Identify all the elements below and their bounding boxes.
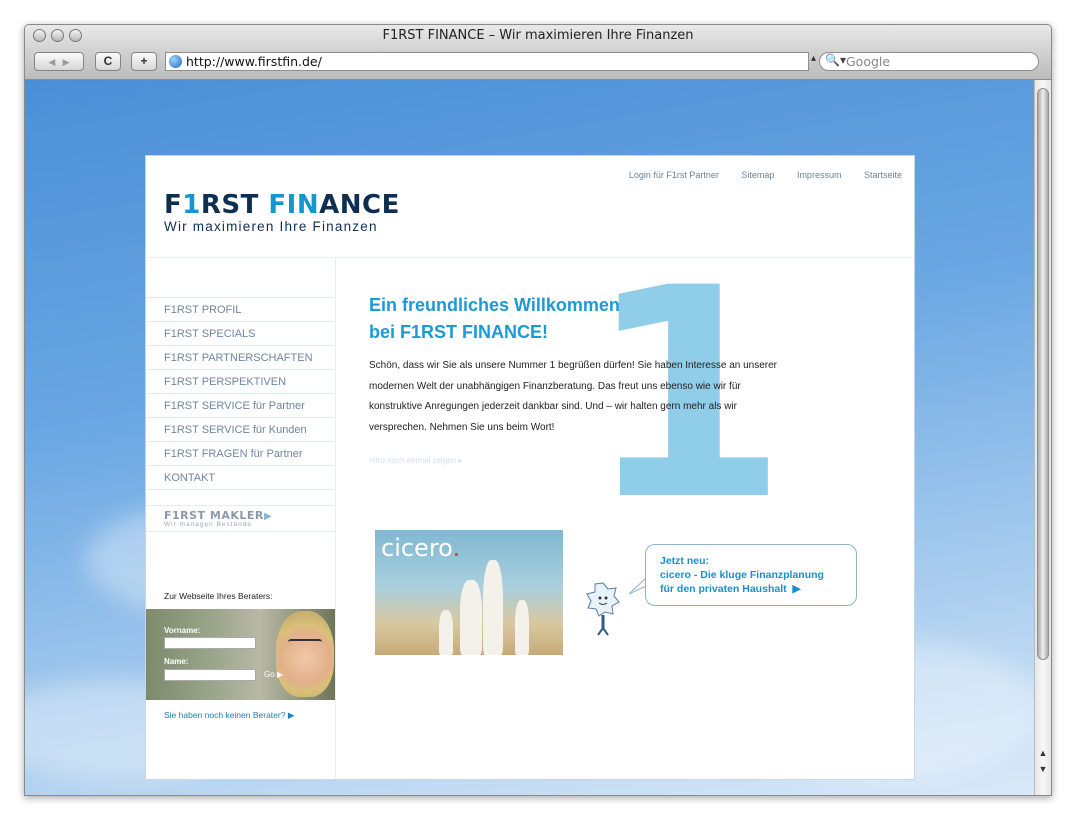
scroll-up-icon[interactable]: ▲ [1037,748,1049,758]
sidebar-item-kontakt[interactable]: KONTAKT [146,466,335,490]
add-bookmark-button[interactable]: + [131,52,157,71]
search-icon[interactable]: 🔍▾ [825,53,846,67]
back-icon[interactable]: ◀ [48,57,55,67]
website-page: Login für F1rst Partner Sitemap Impressu… [145,155,915,780]
cicero-speech-bubble[interactable]: Jetzt neu: cicero - Die kluge Finanzplan… [645,544,857,606]
address-bar[interactable]: http://www.firstfin.de/ [165,52,809,71]
reload-button[interactable]: C [95,52,121,71]
search-input[interactable]: Google [846,54,890,69]
sidebar-item-specials[interactable]: F1RST SPECIALS [146,322,335,346]
sidebar-menu: F1RST PROFIL F1RST SPECIALS F1RST PARTNE… [146,297,335,490]
chevron-right-icon: ▶ [264,511,272,522]
header-divider [146,257,914,258]
bubble-line: Jetzt neu: [660,555,710,567]
sidebar-divider [335,257,336,779]
go-button[interactable]: Go ▶ [264,670,283,679]
bubble-text: Jetzt neu: cicero - Die kluge Finanzplan… [660,554,824,596]
logo-text: ANCE [319,190,400,220]
no-berater-link[interactable]: Sie haben noch keinen Berater? ▶ [164,710,294,721]
logo-text: FIN [268,190,320,220]
sidebar-item-partnerschaften[interactable]: F1RST PARTNERSCHAFTEN [146,346,335,370]
startseite-link[interactable]: Startseite [864,170,902,180]
play-icon: ▶ [276,670,284,679]
logo-text: 1 [182,190,201,220]
sidebar-item-perspektiven[interactable]: F1RST PERSPEKTIVEN [146,370,335,394]
bubble-line: cicero - Die kluge Finanzplanung [660,569,824,581]
family-photo-person [439,610,453,655]
cicero-logo-text: cicero [381,534,453,562]
vorname-input[interactable] [164,637,256,649]
welcome-heading: Ein freundliches Willkommen bei F1RST FI… [369,292,620,346]
name-label: Name: [164,657,189,666]
forward-icon[interactable]: ▶ [63,57,70,67]
site-logo[interactable]: F1RST FINANCE [164,190,400,220]
sidebar-item-fragen-partner[interactable]: F1RST FRAGEN für Partner [146,442,335,466]
scroll-down-icon[interactable]: ▼ [1037,764,1049,774]
cicero-mascot-icon [586,582,620,636]
berater-label: Zur Webseite Ihres Beraters: [164,591,273,601]
makler-banner[interactable]: F1RST MAKLER Wir managen Bestände ▶ [146,505,335,532]
window-title: F1RST FINANCE – Wir maximieren Ihre Fina… [382,28,694,43]
sidebar-item-profil[interactable]: F1RST PROFIL [146,298,335,322]
welcome-line: bei F1RST FINANCE! [369,322,549,342]
berater-form: Vorname: Name: Go ▶ [146,609,335,700]
go-label: Go [264,670,275,679]
site-tagline: Wir maximieren Ihre Finanzen [164,219,378,234]
no-berater-label: Sie haben noch keinen Berater? [164,710,286,720]
browser-titlebar: F1RST FINANCE – Wir maximieren Ihre Fina… [25,25,1051,80]
intro-text: Schön, dass wir Sie als unsere Nummer 1 … [369,360,777,433]
scrollbar-thumb[interactable] [1037,88,1049,660]
logo-text: RST [200,190,269,220]
search-box[interactable]: 🔍▾ Google [819,52,1039,71]
advisor-photo [276,611,334,697]
cicero-banner-image[interactable]: cicero. [375,530,563,655]
intro-again-label: Intro noch einmal zeigen [369,456,457,465]
cicero-logo: cicero. [381,534,461,562]
browser-window: F1RST FINANCE – Wir maximieren Ihre Fina… [24,24,1052,796]
address-dropdown-icon[interactable]: ▴ [811,53,816,64]
family-photo-person [460,580,482,655]
login-partner-link[interactable]: Login für F1rst Partner [629,170,719,180]
bubble-line: für den privaten Haushalt [660,583,787,595]
sidebar-item-service-kunden[interactable]: F1RST SERVICE für Kunden [146,418,335,442]
arrow-right-icon: ▶ [789,583,801,595]
vertical-scrollbar[interactable]: ▲ ▼ [1034,80,1051,795]
arrow-right-icon: ▶ [287,710,295,720]
globe-icon [169,55,182,68]
vorname-label: Vorname: [164,626,201,635]
intro-again-link[interactable]: Intro noch einmal zeigen ▸ [369,456,462,465]
back-forward-button[interactable]: ◀ ▶ [34,52,84,71]
family-photo-person [483,560,503,655]
family-photo-person [515,600,529,655]
top-links: Login für F1rst Partner Sitemap Impressu… [609,170,902,180]
impressum-link[interactable]: Impressum [797,170,842,180]
sitemap-link[interactable]: Sitemap [741,170,774,180]
welcome-line: Ein freundliches Willkommen [369,295,620,315]
makler-subtitle: Wir managen Bestände [164,521,252,528]
logo-text: F [164,190,183,220]
page-viewport: Login für F1rst Partner Sitemap Impressu… [25,80,1034,795]
url-text[interactable]: http://www.firstfin.de/ [186,54,322,69]
sidebar-item-service-partner[interactable]: F1RST SERVICE für Partner [146,394,335,418]
name-input[interactable] [164,669,256,681]
